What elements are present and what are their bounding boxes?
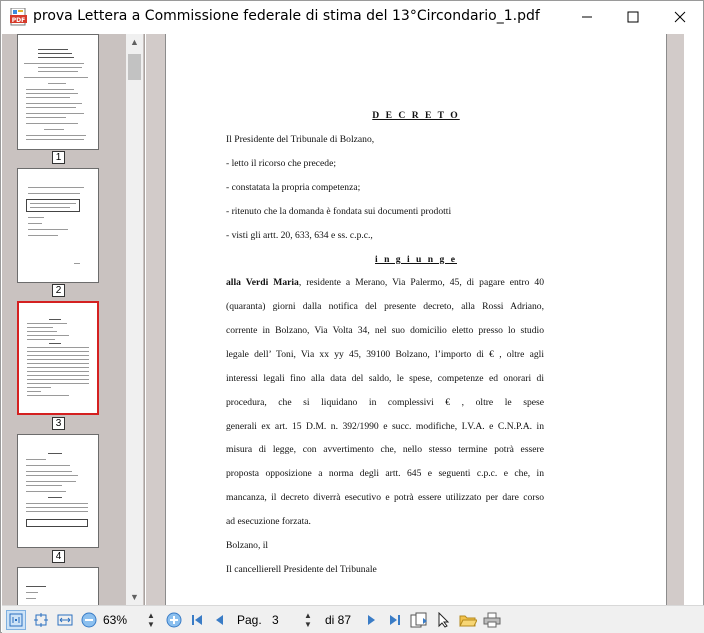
thumbnail-label-3: 3 <box>52 417 65 430</box>
svg-text:PDF: PDF <box>12 17 25 24</box>
open-button[interactable] <box>457 610 479 630</box>
title-bar: PDF prova Lettera a Commissione federale… <box>1 1 703 33</box>
fit-page-icon <box>34 613 48 627</box>
fit-width-icon <box>57 614 73 626</box>
scroll-down-icon[interactable]: ▼ <box>126 589 143 605</box>
doc-paragraph-line: proposta opposizione a norma degli artt.… <box>226 468 544 479</box>
fit-width-button[interactable] <box>55 610 75 630</box>
doc-line: Il cancellierell Presidente del Tribunal… <box>226 564 377 575</box>
document-view[interactable]: D E C R E T O Il Presidente del Tribunal… <box>146 34 684 605</box>
actual-size-icon <box>9 613 23 627</box>
close-button[interactable] <box>657 1 703 33</box>
doc-paragraph-line: mancanza, il decreto diverrà esecutivo e… <box>226 492 544 503</box>
last-page-button[interactable] <box>386 610 404 630</box>
decree-heading: D E C R E T O <box>372 110 460 121</box>
doc-text: , residente a Merano, Via Palermo, 45, d… <box>298 277 544 288</box>
doc-line: - visti gli artt. 20, 633, 634 e ss. c.p… <box>226 230 373 241</box>
pdf-icon: PDF <box>10 7 27 26</box>
scrollbar-thumb[interactable] <box>128 54 141 80</box>
zoom-out-icon <box>81 612 97 628</box>
page-spinner[interactable]: ▲ ▼ <box>300 610 316 630</box>
doc-paragraph-line: legale dell’ Toni, Via xx yy 45, 39100 B… <box>226 349 544 360</box>
copy-icon <box>410 612 427 628</box>
page-number-input[interactable]: 3 <box>272 613 279 627</box>
doc-line: Bolzano, il <box>226 540 269 551</box>
thumbnail-page-1[interactable] <box>17 34 99 150</box>
doc-paragraph-line: (quaranta) giorni dalla notifica del pre… <box>226 301 544 312</box>
folder-icon <box>459 615 477 627</box>
zoom-level[interactable]: 63% <box>103 613 127 627</box>
previous-page-icon <box>216 615 223 625</box>
print-button[interactable] <box>481 610 503 630</box>
minimize-icon <box>582 16 592 18</box>
next-page-icon <box>368 615 375 625</box>
doc-line: - constatata la propria competenza; <box>226 182 361 193</box>
zoom-in-button[interactable] <box>164 610 184 630</box>
doc-paragraph-line: alla Verdi Maria, residente a Merano, Vi… <box>226 277 544 288</box>
maximize-button[interactable] <box>610 1 656 33</box>
doc-line: - letto il ricorso che precede; <box>226 158 337 169</box>
injunction-heading: i n g i u n g e <box>375 254 457 265</box>
spin-down-icon: ▼ <box>147 620 155 629</box>
thumbnail-page-4[interactable] <box>17 434 99 548</box>
spin-down-icon: ▼ <box>304 620 312 629</box>
doc-paragraph-line: procedura, che si liquidano in complessi… <box>226 397 544 408</box>
window-title: prova Lettera a Commissione federale di … <box>33 8 540 24</box>
page-label: Pag. <box>237 613 262 627</box>
pdf-page: D E C R E T O Il Presidente del Tribunal… <box>165 34 667 605</box>
printer-icon <box>483 612 501 628</box>
scroll-up-icon[interactable]: ▲ <box>126 34 143 50</box>
thumbnail-page-2[interactable] <box>17 168 99 283</box>
zoom-out-button[interactable] <box>79 610 99 630</box>
debtor-name: alla Verdi Maria <box>226 277 299 288</box>
next-page-button[interactable] <box>362 610 380 630</box>
maximize-icon <box>627 11 639 23</box>
doc-paragraph-line: generali ex art. 15 D.M. n. 392/1990 e s… <box>226 421 544 432</box>
bottom-toolbar: 63% ▲ ▼ Pag. 3 ▲ ▼ di 87 <box>2 605 704 633</box>
fit-page-button[interactable] <box>31 610 51 630</box>
thumbnail-page-3[interactable] <box>17 301 99 415</box>
doc-paragraph-line: ad esecuzione forzata. <box>226 516 311 527</box>
select-tool-button[interactable] <box>433 610 455 630</box>
actual-size-button[interactable] <box>6 610 26 630</box>
minimize-button[interactable] <box>564 1 610 33</box>
thumbnail-label-4: 4 <box>52 550 65 563</box>
thumbnail-page-5[interactable] <box>17 567 99 605</box>
thumbnail-label-1: 1 <box>52 151 65 164</box>
doc-paragraph-line: misura di legge, con avvertimento che, n… <box>226 444 544 455</box>
spin-up-icon: ▲ <box>147 611 155 620</box>
cursor-icon <box>438 612 450 628</box>
first-page-button[interactable] <box>188 610 206 630</box>
close-icon <box>674 11 686 23</box>
doc-line: - ritenuto che la domanda è fondata sui … <box>226 206 452 217</box>
last-page-icon <box>390 615 400 625</box>
thumbnail-pane[interactable]: 1 2 3 4 ▲ ▼ <box>2 34 145 605</box>
spin-up-icon: ▲ <box>304 611 312 620</box>
pdf-viewer-window: PDF prova Lettera a Commissione federale… <box>0 0 704 633</box>
thumbnail-scrollbar[interactable]: ▲ ▼ <box>126 34 143 605</box>
doc-paragraph-line: corrente in Bolzano, Via Volta 34, nel s… <box>226 325 544 336</box>
previous-page-button[interactable] <box>211 610 229 630</box>
zoom-in-icon <box>166 612 182 628</box>
copy-button[interactable] <box>408 610 430 630</box>
total-pages: di 87 <box>325 613 352 627</box>
zoom-spinner[interactable]: ▲ ▼ <box>143 610 159 630</box>
doc-paragraph-line: interessi legali fino alla data del sald… <box>226 373 544 384</box>
first-page-icon <box>192 615 202 625</box>
thumbnail-label-2: 2 <box>52 284 65 297</box>
doc-line: Il Presidente del Tribunale di Bolzano, <box>226 134 375 145</box>
